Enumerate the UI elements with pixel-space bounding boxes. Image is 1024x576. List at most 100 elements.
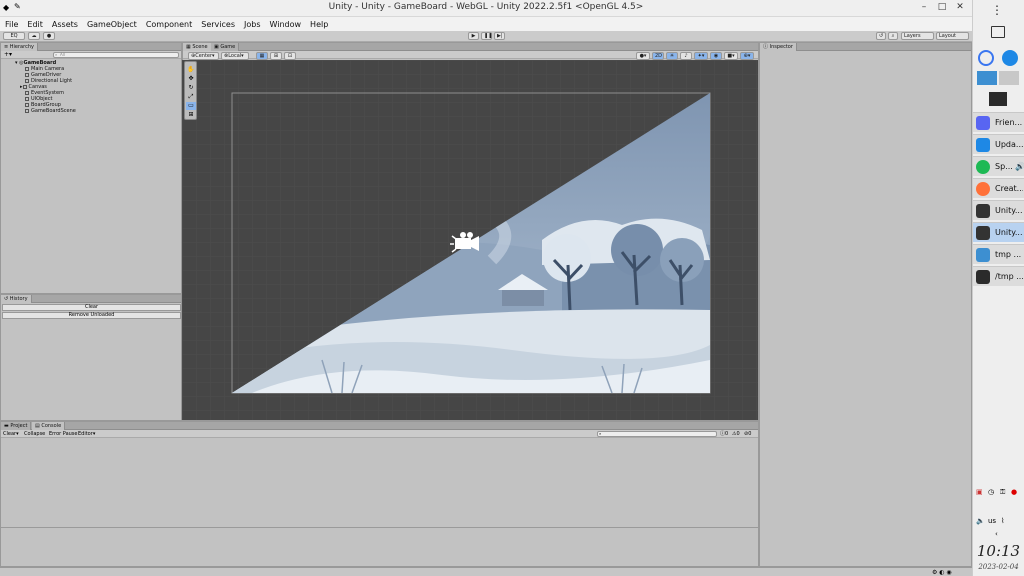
window-switcher-icon[interactable] bbox=[991, 26, 1005, 38]
history-icon[interactable]: ↺ bbox=[876, 32, 886, 40]
menu-jobs[interactable]: Jobs bbox=[244, 20, 261, 29]
move-tool-icon[interactable]: ✥ bbox=[186, 75, 196, 83]
console-clear-dropdown[interactable]: Clear▾ bbox=[3, 430, 19, 438]
add-icon[interactable]: +▾ bbox=[4, 51, 12, 59]
audio-toggle-icon[interactable]: ♪ bbox=[680, 52, 692, 60]
hierarchy-search-input[interactable]: ⌕ All bbox=[53, 52, 179, 58]
transform-tool-icon[interactable]: ⊞ bbox=[186, 111, 196, 119]
close-button[interactable]: ✕ bbox=[954, 2, 966, 12]
pause-button[interactable]: ❚❚ bbox=[481, 32, 492, 40]
signal-icon[interactable] bbox=[978, 50, 994, 66]
search-icon: ⌕ bbox=[55, 52, 58, 57]
tab-console[interactable]: ▤ Console bbox=[32, 422, 66, 430]
menu-help[interactable]: Help bbox=[310, 20, 328, 29]
rect-tool-icon[interactable]: ▭ bbox=[186, 102, 196, 110]
clear-history-button[interactable]: Clear bbox=[2, 304, 181, 311]
draw-mode-dropdown[interactable]: ●▾ bbox=[636, 52, 650, 60]
remove-unloaded-button[interactable]: Remove Unloaded bbox=[2, 312, 181, 319]
console-search-input[interactable]: ⌕ bbox=[597, 431, 717, 437]
clock-time[interactable]: 10:13 bbox=[973, 542, 1024, 560]
app-icon[interactable] bbox=[999, 71, 1019, 85]
menu-window[interactable]: Window bbox=[270, 20, 302, 29]
tab-project[interactable]: ▬ Project bbox=[1, 422, 32, 430]
task-item[interactable]: tmp ... bbox=[973, 244, 1024, 264]
error-count-toggle[interactable]: ⊘0 bbox=[744, 430, 751, 438]
warning-count-toggle[interactable]: ⚠0 bbox=[732, 430, 740, 438]
log-count-toggle[interactable]: ⓘ0 bbox=[720, 430, 728, 438]
task-item[interactable]: Unity... bbox=[973, 222, 1024, 242]
tab-scene[interactable]: ▦ Scene bbox=[183, 43, 212, 51]
tray-app-icon[interactable]: ▣ bbox=[976, 488, 983, 496]
task-item[interactable]: /tmp ... bbox=[973, 266, 1024, 286]
scene-canvas bbox=[182, 60, 758, 420]
main-toolbar: EQ ☁ ● ▶ ❚❚ ▶| ↺ ⌕ Layers Layout bbox=[0, 31, 972, 42]
increment-snap-icon[interactable]: ⊡ bbox=[284, 52, 296, 60]
editor-dropdown[interactable]: Editor▾ bbox=[78, 430, 95, 438]
layout-dropdown[interactable]: Layout bbox=[936, 32, 969, 40]
task-item[interactable]: Creat... bbox=[973, 178, 1024, 198]
tab-game[interactable]: ▣ Game bbox=[211, 43, 240, 51]
task-item[interactable]: Sp... 🔊 bbox=[973, 156, 1024, 176]
spotify-icon bbox=[976, 160, 990, 174]
collab-icon[interactable]: ● bbox=[43, 32, 55, 40]
wifi-icon[interactable]: ⌇ bbox=[1001, 517, 1004, 525]
scene-tools-overlay: ✋ ✥ ↻ ⤢ ▭ ⊞ bbox=[184, 61, 197, 120]
scale-tool-icon[interactable]: ⤢ bbox=[186, 93, 196, 101]
network-icon[interactable]: ⚿ bbox=[1000, 488, 1005, 497]
menu-services[interactable]: Services bbox=[201, 20, 235, 29]
collapse-toggle[interactable]: Collapse bbox=[24, 430, 45, 438]
terminal-icon[interactable] bbox=[989, 92, 1007, 106]
gameobject-icon bbox=[25, 108, 29, 113]
layers-dropdown[interactable]: Layers bbox=[901, 32, 934, 40]
kde-connect-icon[interactable] bbox=[1002, 50, 1018, 66]
folder-icon bbox=[976, 248, 990, 262]
gameobject-icon bbox=[25, 72, 29, 77]
console-divider[interactable] bbox=[1, 527, 758, 528]
snap-icon[interactable]: ⊞ bbox=[270, 52, 282, 60]
search-icon[interactable]: ⌕ bbox=[888, 32, 898, 40]
gizmos-dropdown[interactable]: ⊕▾ bbox=[740, 52, 754, 60]
space-dropdown[interactable]: ⊗Local▾ bbox=[221, 52, 249, 60]
tab-hierarchy[interactable]: ≡ Hierarchy bbox=[1, 43, 38, 51]
inspector-panel: ⓘ Inspector bbox=[759, 42, 972, 567]
keyboard-layout[interactable]: us bbox=[988, 517, 996, 525]
gameobject-icon bbox=[25, 66, 29, 71]
maximize-button[interactable]: □ bbox=[936, 2, 948, 12]
menu-assets[interactable]: Assets bbox=[52, 20, 78, 29]
rotate-tool-icon[interactable]: ↻ bbox=[186, 84, 196, 92]
hierarchy-item[interactable]: GameBoardScene bbox=[25, 108, 76, 114]
menu-gameobject[interactable]: GameObject bbox=[87, 20, 137, 29]
account-dropdown[interactable]: EQ bbox=[3, 32, 25, 40]
launcher-icon[interactable]: ⋮ bbox=[991, 3, 1003, 17]
menu-component[interactable]: Component bbox=[146, 20, 192, 29]
clock-icon[interactable]: ◷ bbox=[988, 488, 994, 496]
task-item[interactable]: Frien... bbox=[973, 112, 1024, 132]
clock-date[interactable]: 2023-02-04 bbox=[973, 563, 1024, 571]
foldout-arrow-icon[interactable]: ▾ bbox=[15, 60, 18, 66]
2d-toggle-button[interactable]: 2D bbox=[652, 52, 664, 60]
tab-inspector[interactable]: ⓘ Inspector bbox=[760, 43, 797, 51]
task-item[interactable]: Upda... bbox=[973, 134, 1024, 154]
app-icon[interactable] bbox=[977, 71, 997, 85]
menu-file[interactable]: File bbox=[5, 20, 18, 29]
expand-tray-icon[interactable]: ‹ bbox=[995, 530, 998, 538]
view-tool-icon[interactable]: ✋ bbox=[186, 66, 196, 74]
pivot-dropdown[interactable]: ⊕Center▾ bbox=[188, 52, 219, 60]
console-panel: ▬ Project ▤ Console Clear▾ Collapse Erro… bbox=[0, 421, 759, 567]
task-item[interactable]: Unity... bbox=[973, 200, 1024, 220]
error-pause-toggle[interactable]: Error Pause bbox=[49, 430, 77, 438]
cloud-icon[interactable]: ☁ bbox=[28, 32, 40, 40]
notification-icon[interactable]: ● bbox=[1011, 488, 1017, 496]
hidden-objects-icon[interactable]: ◉ bbox=[710, 52, 722, 60]
effects-dropdown[interactable]: ✦▾ bbox=[694, 52, 708, 60]
menu-edit[interactable]: Edit bbox=[27, 20, 43, 29]
grid-toggle-icon[interactable]: ▦ bbox=[256, 52, 268, 60]
camera-dropdown[interactable]: ■▾ bbox=[724, 52, 738, 60]
tab-history[interactable]: ↺ History bbox=[1, 295, 32, 303]
step-button[interactable]: ▶| bbox=[494, 32, 505, 40]
minimize-button[interactable]: – bbox=[918, 2, 930, 12]
scene-viewport[interactable] bbox=[182, 60, 758, 420]
lighting-toggle-icon[interactable]: ☀ bbox=[666, 52, 678, 60]
volume-icon[interactable]: 🔈 bbox=[976, 517, 985, 525]
play-button[interactable]: ▶ bbox=[468, 32, 479, 40]
